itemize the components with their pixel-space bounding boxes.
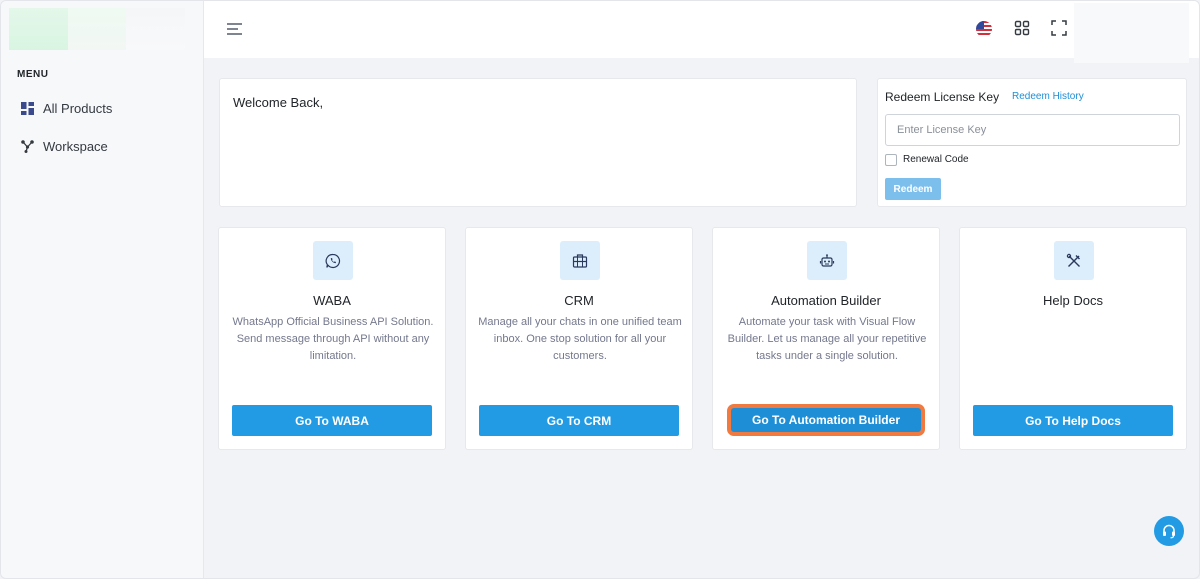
redeem-history-link[interactable]: Redeem History bbox=[1012, 91, 1084, 102]
go-to-help-docs-button[interactable]: Go To Help Docs bbox=[973, 405, 1173, 436]
product-card-automation-builder: Automation Builder Automate your task wi… bbox=[712, 227, 940, 450]
sidebar-item-label: Workspace bbox=[43, 139, 108, 154]
go-to-waba-button[interactable]: Go To WABA bbox=[232, 405, 432, 436]
go-to-crm-button[interactable]: Go To CRM bbox=[479, 405, 679, 436]
welcome-text: Welcome Back, bbox=[233, 95, 324, 110]
renewal-code-checkbox[interactable] bbox=[885, 154, 897, 166]
topbar bbox=[204, 1, 1199, 63]
workspace-nodes-icon bbox=[21, 140, 34, 153]
sidebar: MENU All Products Workspace bbox=[1, 1, 204, 578]
sidebar-item-all-products[interactable]: All Products bbox=[21, 101, 112, 116]
product-description: Automate your task with Visual Flow Buil… bbox=[727, 316, 927, 362]
go-to-automation-builder-button[interactable]: Go To Automation Builder bbox=[731, 408, 921, 432]
product-title: Help Docs bbox=[1043, 293, 1103, 308]
brand-logo[interactable] bbox=[9, 8, 187, 50]
product-card-crm: CRM Manage all your chats in one unified… bbox=[465, 227, 693, 450]
product-description: WhatsApp Official Business API Solution.… bbox=[232, 316, 434, 362]
briefcase-icon bbox=[572, 253, 588, 268]
grid-icon bbox=[21, 102, 34, 115]
redeem-button[interactable]: Redeem bbox=[885, 178, 941, 200]
product-card-waba: WABA WhatsApp Official Business API Solu… bbox=[218, 227, 446, 450]
hamburger-icon[interactable] bbox=[226, 20, 244, 38]
whatsapp-icon bbox=[325, 253, 341, 268]
sidebar-item-label: All Products bbox=[43, 101, 113, 116]
product-card-help-docs: Help Docs Go To Help Docs bbox=[959, 227, 1187, 450]
renewal-code-label: Renewal Code bbox=[903, 154, 969, 165]
fullscreen-icon[interactable] bbox=[1051, 20, 1067, 36]
sidebar-item-workspace[interactable]: Workspace bbox=[21, 139, 108, 154]
app-frame: MENU All Products Workspace Welcome Back… bbox=[0, 0, 1200, 579]
product-title: CRM bbox=[564, 293, 594, 308]
product-icon-box bbox=[1054, 241, 1094, 280]
us-flag-icon[interactable] bbox=[976, 21, 992, 37]
license-key-input[interactable] bbox=[885, 114, 1180, 146]
welcome-card: Welcome Back, bbox=[219, 78, 857, 207]
product-icon-box bbox=[807, 241, 847, 280]
product-title: Automation Builder bbox=[771, 293, 881, 308]
apps-grid-icon[interactable] bbox=[1014, 20, 1030, 36]
product-icon-box bbox=[560, 241, 600, 280]
tools-icon bbox=[1066, 253, 1080, 267]
product-description: Manage all your chats in one unified tea… bbox=[478, 316, 682, 362]
support-chat-button[interactable] bbox=[1154, 516, 1184, 546]
menu-section-label: MENU bbox=[17, 69, 49, 80]
product-icon-box bbox=[313, 241, 353, 280]
headset-icon bbox=[1163, 524, 1175, 539]
redeem-license-card: Redeem License Key Redeem History Renewa… bbox=[877, 78, 1187, 207]
user-profile-area[interactable] bbox=[1074, 3, 1189, 63]
product-title: WABA bbox=[313, 293, 351, 308]
robot-icon bbox=[819, 253, 835, 267]
redeem-title: Redeem License Key bbox=[885, 90, 1000, 104]
